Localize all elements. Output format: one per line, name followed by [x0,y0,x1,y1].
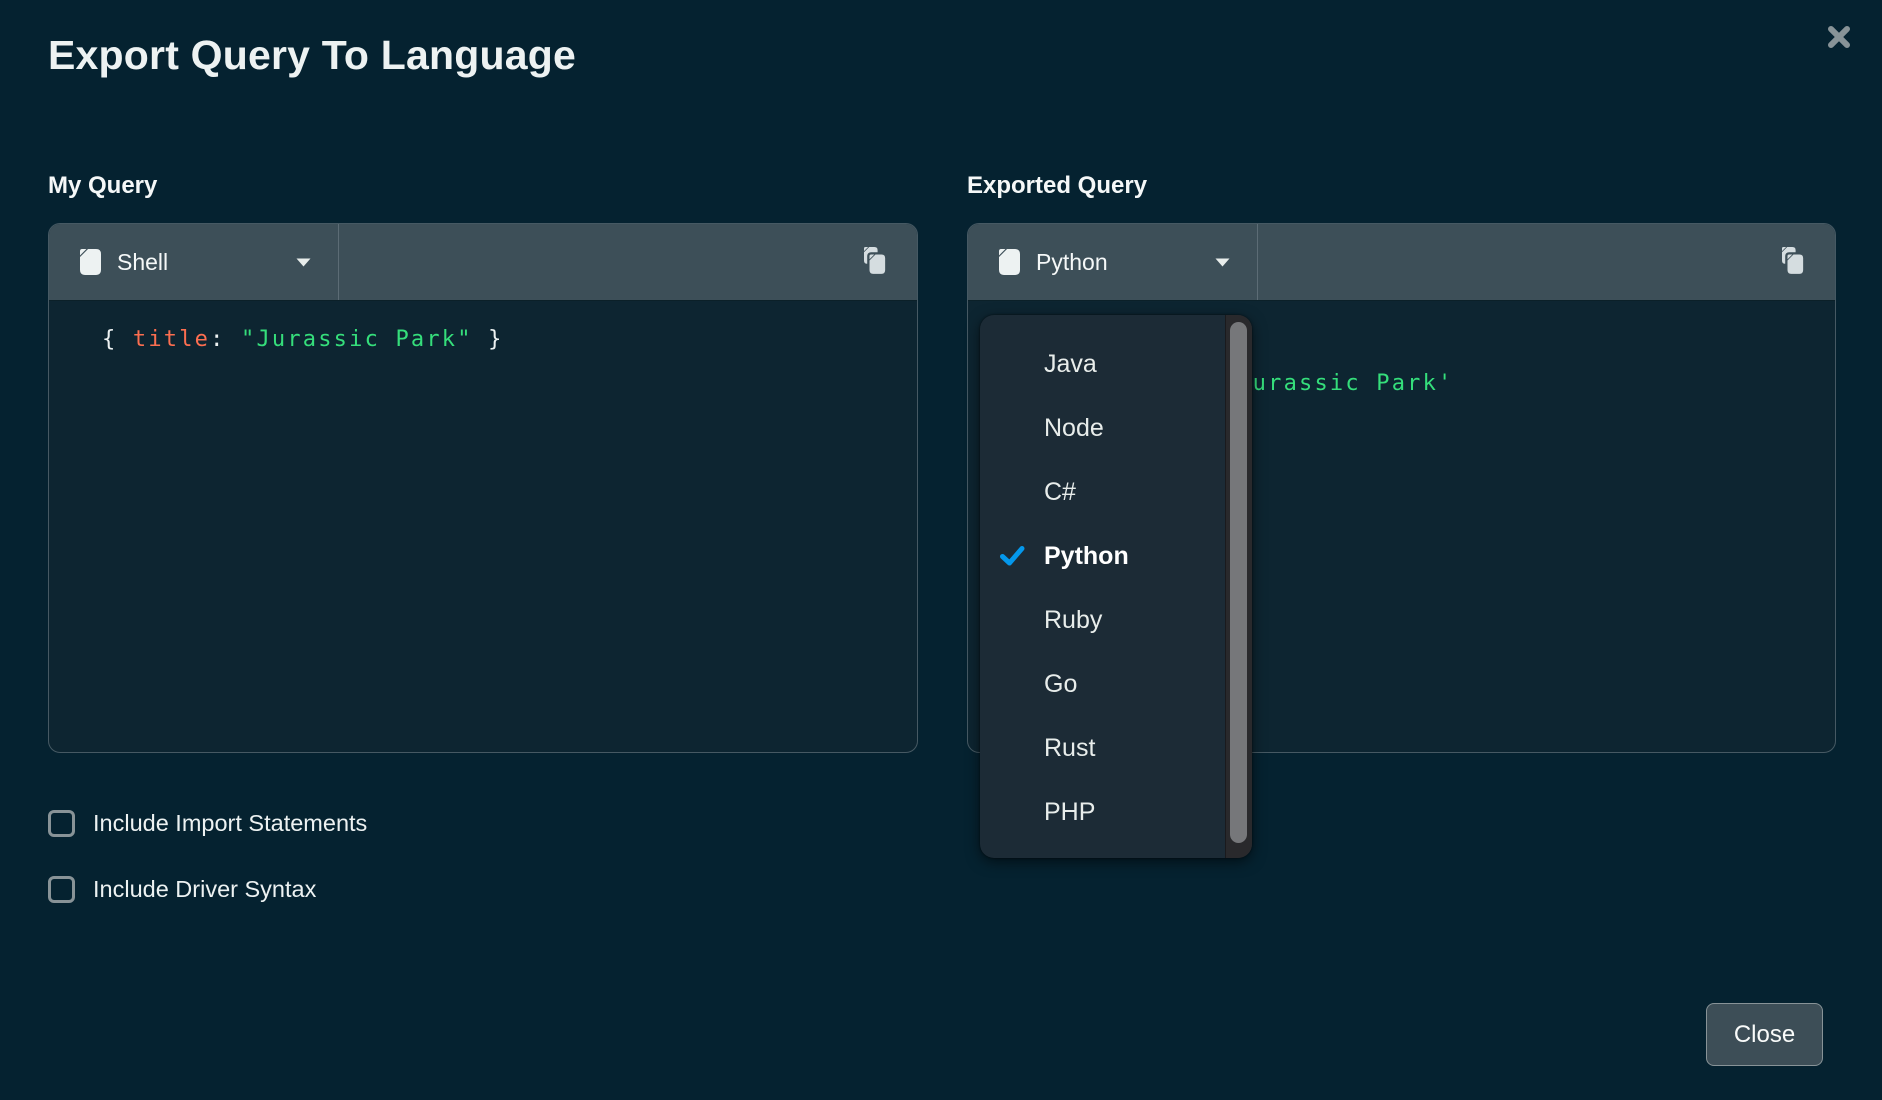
copy-icon [859,247,890,278]
code-line: { title: "Jurassic Park" } [102,318,917,362]
language-menu-item[interactable]: PHP [980,780,1252,844]
language-menu-item[interactable]: Ruby [980,588,1252,652]
x-icon [1825,23,1853,51]
exported-query-label: Exported Query [967,172,1147,200]
language-menu-item[interactable]: Go [980,652,1252,716]
dialog-title: Export Query To Language [48,32,576,79]
language-menu-item-label: Node [1044,414,1104,443]
language-menu-item[interactable]: Node [980,396,1252,460]
my-query-label: My Query [48,172,157,200]
file-icon [80,249,101,275]
language-menu-items: Java Node C# Python Ruby [980,332,1252,844]
close-button[interactable]: Close [1706,1003,1823,1066]
language-menu-item-label: Go [1044,670,1077,699]
option-row[interactable]: Include Import Statements [48,808,367,838]
language-menu-item-label: PHP [1044,798,1095,827]
language-menu-item-label: Python [1044,542,1129,571]
chevron-down-icon [295,257,312,268]
language-menu-item[interactable]: C# [980,460,1252,524]
exported-query-panel-header: Python [968,224,1835,301]
my-query-panel: Shell { title: "Jurassic Park" } [48,223,918,753]
exported-query-language-select[interactable]: Python [968,224,1258,300]
my-query-language-select[interactable]: Shell [49,224,339,300]
language-menu-item[interactable]: Rust [980,716,1252,780]
my-query-panel-header: Shell [49,224,917,301]
checkbox-icon[interactable] [48,810,75,837]
language-menu-item-label: Java [1044,350,1097,379]
option-label: Include Import Statements [93,810,367,837]
menu-scrollbar-thumb[interactable] [1230,322,1247,843]
copy-my-query-button[interactable] [857,245,891,279]
file-icon [999,249,1020,275]
language-menu-item[interactable]: Java [980,332,1252,396]
check-icon [1000,546,1027,566]
language-menu: Java Node C# Python Ruby [980,315,1252,858]
exported-query-language-value: Python [1036,249,1108,276]
option-row[interactable]: Include Driver Syntax [48,874,316,904]
copy-icon [1777,247,1808,278]
close-dialog-button[interactable] [1822,20,1856,54]
language-menu-item-label: Ruby [1044,606,1102,635]
copy-exported-query-button[interactable] [1775,245,1809,279]
my-query-code[interactable]: { title: "Jurassic Park" } [49,301,917,362]
chevron-down-icon [1214,257,1231,268]
menu-scrollbar-track[interactable] [1225,315,1252,858]
option-label: Include Driver Syntax [93,876,316,903]
my-query-language-value: Shell [117,249,168,276]
language-menu-item-label: C# [1044,478,1076,507]
checkbox-icon[interactable] [48,876,75,903]
language-menu-item[interactable]: Python [980,524,1252,588]
language-menu-item-label: Rust [1044,734,1095,763]
